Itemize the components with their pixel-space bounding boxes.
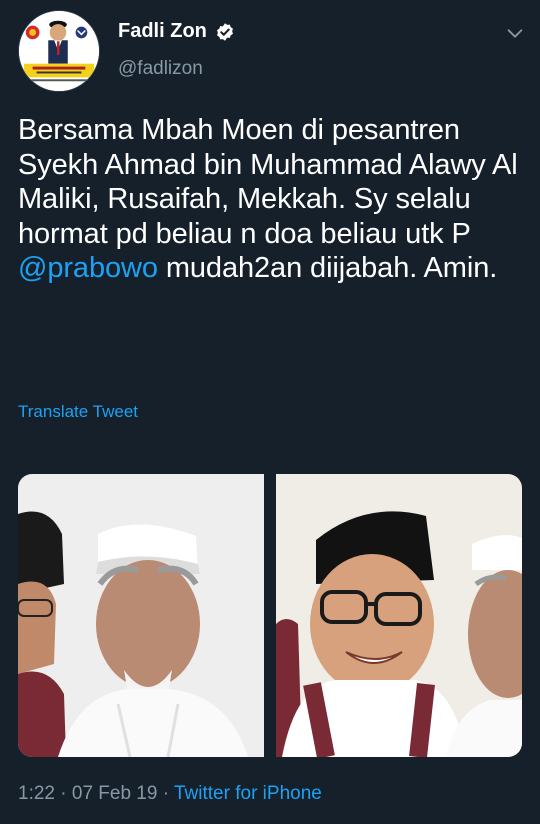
tweet-source-link[interactable]: Twitter for iPhone bbox=[174, 783, 322, 804]
tweet-time: 1:22 bbox=[18, 783, 55, 804]
verified-badge-icon bbox=[215, 22, 235, 42]
tweet-text: Bersama Mbah Moen di pesantren Syekh Ahm… bbox=[18, 113, 528, 286]
translate-tweet-link[interactable]: Translate Tweet bbox=[18, 402, 138, 422]
photo-right[interactable] bbox=[276, 474, 522, 757]
tweet-meta: 1:22 · 07 Feb 19 · Twitter for iPhone bbox=[18, 783, 322, 805]
tweet-text-part-2: mudah2an diijabah. Amin. bbox=[157, 252, 498, 284]
meta-separator-2: · bbox=[157, 783, 174, 804]
photo-right-image bbox=[276, 474, 522, 757]
tweet-text-part-1: Bersama Mbah Moen di pesantren Syekh Ahm… bbox=[18, 114, 518, 250]
tweet-card: Fadli Zon @fadlizon Bersama Mbah Moen di… bbox=[0, 0, 540, 824]
photo-left-image bbox=[18, 474, 264, 757]
photo-left[interactable] bbox=[18, 474, 264, 757]
avatar-image bbox=[19, 11, 99, 91]
media-grid bbox=[18, 474, 522, 757]
author-avatar[interactable] bbox=[18, 10, 100, 92]
meta-separator: · bbox=[54, 783, 72, 804]
mention-link[interactable]: @prabowo bbox=[18, 252, 158, 284]
tweet-date: 07 Feb 19 bbox=[71, 783, 158, 804]
author-name-row[interactable]: Fadli Zon bbox=[118, 20, 235, 43]
author-handle[interactable]: @fadlizon bbox=[118, 58, 203, 80]
chevron-down-icon[interactable] bbox=[504, 22, 526, 44]
author-display-name[interactable]: Fadli Zon bbox=[118, 20, 207, 43]
